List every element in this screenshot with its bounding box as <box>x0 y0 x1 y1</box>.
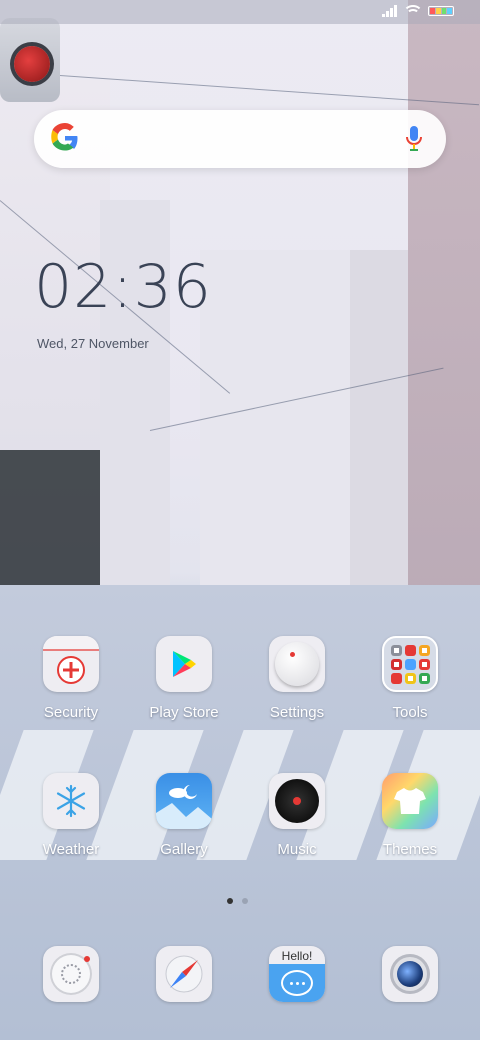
google-search-bar[interactable] <box>34 110 446 168</box>
clock-time[interactable]: 02:36 <box>34 252 212 322</box>
app-label: Weather <box>42 841 100 858</box>
settings-icon <box>269 636 325 692</box>
dock-messages[interactable]: Hello! <box>247 946 347 1002</box>
play-store-icon <box>156 636 212 692</box>
phone-dial-icon <box>43 946 99 1002</box>
messages-icon: Hello! <box>269 946 325 1002</box>
snowflake-icon <box>43 773 99 829</box>
app-security[interactable]: Security <box>21 636 121 721</box>
app-music[interactable]: Music <box>247 773 347 858</box>
messages-badge-text: Hello! <box>281 949 313 963</box>
page-dot-1[interactable] <box>227 898 233 904</box>
camera-icon <box>382 946 438 1002</box>
compass-icon <box>156 946 212 1002</box>
page-dot-2[interactable] <box>242 898 248 904</box>
status-bar <box>0 0 480 24</box>
security-icon <box>43 636 99 692</box>
app-settings[interactable]: Settings <box>247 636 347 721</box>
bg-building-right-mid <box>350 250 410 630</box>
themes-icon <box>382 773 438 829</box>
app-label: Tools <box>392 704 428 721</box>
clock-date[interactable]: Wed, 27 November <box>37 336 149 351</box>
app-play-store[interactable]: Play Store <box>134 636 234 721</box>
gallery-icon <box>156 773 212 829</box>
bg-buildings-center <box>200 250 350 590</box>
app-label: Play Store <box>149 704 219 721</box>
dock-phone[interactable] <box>21 946 121 1002</box>
dock-camera[interactable] <box>360 946 460 1002</box>
tools-folder-icon <box>382 636 438 692</box>
signal-icon <box>382 5 398 17</box>
app-label: Themes <box>382 841 438 858</box>
traffic-light <box>0 18 60 102</box>
page-indicator <box>227 898 248 904</box>
music-icon <box>269 773 325 829</box>
app-label: Security <box>43 704 99 721</box>
app-label: Music <box>277 841 317 858</box>
app-label: Settings <box>269 704 325 721</box>
wifi-icon <box>404 5 422 17</box>
app-label: Gallery <box>160 841 208 858</box>
app-gallery[interactable]: Gallery <box>134 773 234 858</box>
dock-browser[interactable] <box>134 946 234 1002</box>
app-weather[interactable]: Weather <box>21 773 121 858</box>
app-themes[interactable]: Themes <box>360 773 460 858</box>
mic-icon[interactable] <box>404 125 424 153</box>
folder-tools[interactable]: Tools <box>360 636 460 721</box>
google-logo-icon <box>51 123 78 151</box>
battery-icon <box>428 6 454 16</box>
